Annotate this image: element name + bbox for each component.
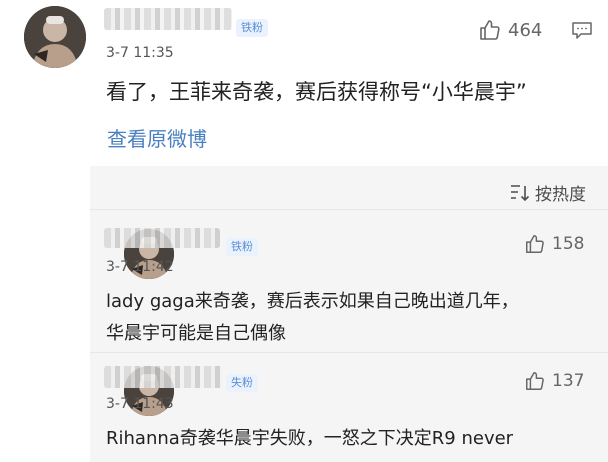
- fan-badge: 失粉: [226, 374, 258, 392]
- username-blurred[interactable]: [104, 228, 220, 248]
- like-button[interactable]: 158: [524, 233, 584, 255]
- avatar[interactable]: [24, 6, 86, 68]
- like-count: 158: [552, 234, 585, 254]
- comment-text: 看了，王菲来奇袭，赛后获得称号“小华晨宇”: [106, 80, 527, 104]
- top-comment: 铁粉 3-7 11:35 464 看了，王菲来奇袭，赛后获得称号“小华晨宇” 查…: [0, 0, 608, 166]
- fan-badge: 铁粉: [236, 19, 268, 37]
- username-blurred[interactable]: [104, 366, 222, 388]
- like-count: 464: [508, 19, 543, 41]
- comment-time: 3-7 11:42: [106, 259, 174, 275]
- replies-section: 按热度 铁粉 3-7 11:42 158 lady gaga来奇袭，赛后表示如果…: [90, 166, 608, 462]
- reply-text-line1: lady gaga来奇袭，赛后表示如果自己晚出道几年，: [106, 291, 519, 312]
- like-button[interactable]: 464: [478, 18, 542, 42]
- reply-icon[interactable]: [571, 21, 593, 44]
- thumbs-up-icon: [526, 235, 544, 253]
- view-original-link[interactable]: 查看原微博: [107, 123, 207, 152]
- sort-icon: [511, 184, 530, 201]
- sort-label: 按热度: [535, 185, 586, 205]
- reply-text-line1: Rihanna奇袭华晨宇失败，一怒之下决定R9 never: [106, 428, 514, 449]
- sort-by-popularity[interactable]: 按热度: [510, 180, 586, 205]
- like-count: 137: [552, 371, 585, 391]
- fan-badge: 铁粉: [226, 238, 258, 256]
- thumbs-up-icon: [526, 372, 544, 390]
- username-blurred[interactable]: [104, 8, 232, 30]
- comment-time: 3-7 11:43: [106, 396, 174, 412]
- thumbs-up-icon: [480, 20, 500, 40]
- reply-text-line2: 华晨宇可能是自己偶像: [106, 323, 286, 344]
- divider: [90, 352, 608, 353]
- divider: [90, 209, 608, 210]
- like-button[interactable]: 137: [524, 370, 584, 392]
- comment-time: 3-7 11:35: [106, 45, 174, 61]
